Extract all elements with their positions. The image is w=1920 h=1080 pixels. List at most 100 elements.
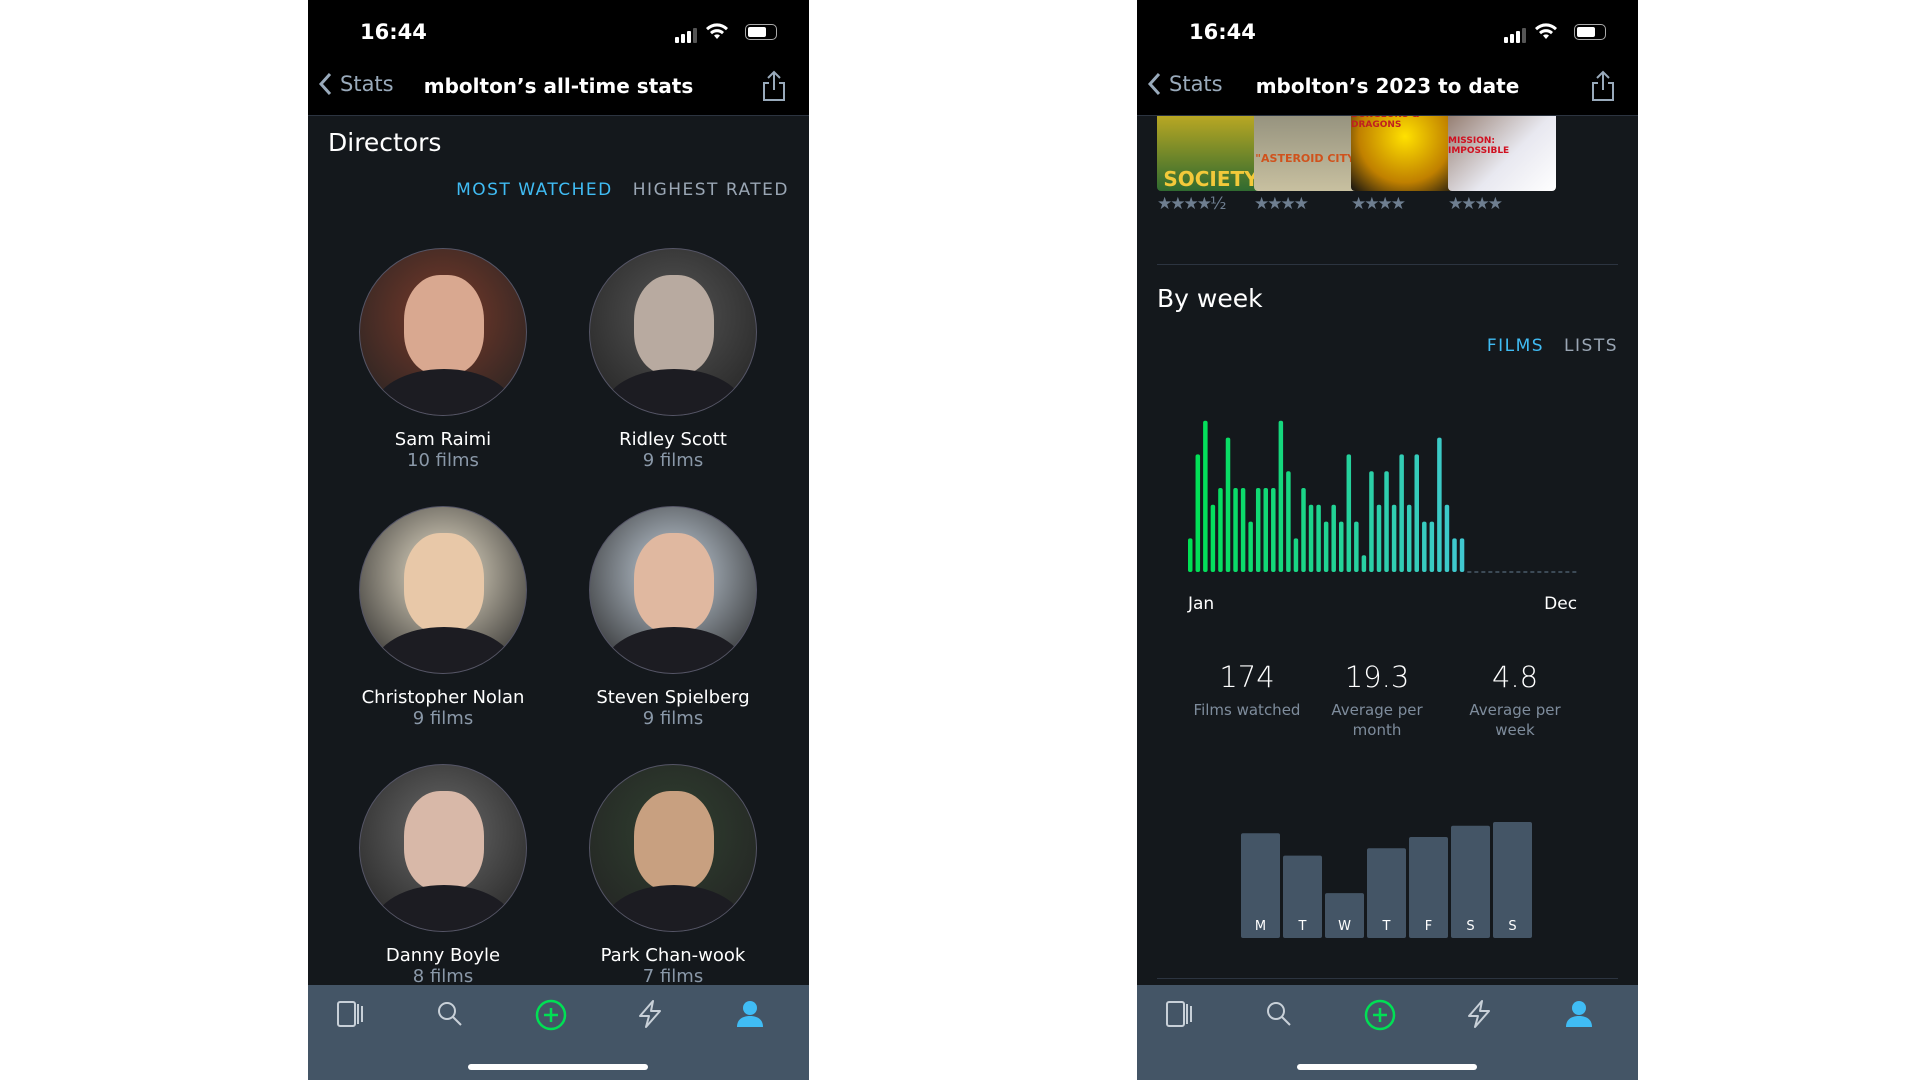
rating-stars: ★★★★½: [1157, 194, 1226, 214]
poster-title: "ASTEROID CITY": [1255, 152, 1361, 165]
status-bar: 16:44: [308, 0, 809, 60]
director-film-count: 7 films: [642, 966, 704, 987]
director-photo: [589, 506, 757, 674]
rating-stars: ★★★★: [1448, 194, 1503, 214]
week-bar: [1286, 471, 1291, 572]
tab-bar: [1137, 985, 1638, 1080]
films-icon[interactable]: [1164, 999, 1194, 1033]
battery-icon: [745, 24, 777, 40]
status-bar: 16:44: [1137, 0, 1638, 60]
director-photo: [589, 764, 757, 932]
clock: 16:44: [360, 20, 427, 44]
week-bar: [1248, 521, 1253, 572]
all-time-stats-screen: 16:44 Stats mbolton’s all-time stats Dir…: [308, 0, 809, 1080]
director-card[interactable]: Park Chan-wook 7 films: [558, 764, 788, 987]
director-tabs: MOST WATCHED HIGHEST RATED: [456, 180, 789, 200]
director-film-count: 10 films: [407, 450, 479, 471]
week-bar: [1210, 504, 1216, 572]
divider: [1157, 264, 1618, 265]
director-film-count: 9 films: [642, 708, 704, 729]
director-photo: [359, 506, 527, 674]
week-bar: [1255, 488, 1261, 572]
director-card[interactable]: Sam Raimi 10 films: [328, 248, 558, 471]
director-card[interactable]: Danny Boyle 8 films: [328, 764, 558, 987]
profile-icon[interactable]: [735, 999, 765, 1033]
signal-icon: [1504, 28, 1526, 43]
director-name: Christopher Nolan: [361, 687, 525, 708]
week-bar: [1414, 454, 1419, 572]
week-bar: [1437, 437, 1442, 572]
divider: [1157, 978, 1618, 979]
day-label: T: [1298, 919, 1307, 934]
week-bar: [1391, 504, 1397, 572]
battery-icon: [1574, 24, 1606, 40]
add-icon[interactable]: [535, 999, 567, 1035]
director-card[interactable]: Steven Spielberg 9 films: [558, 506, 788, 729]
add-icon[interactable]: [1364, 999, 1396, 1035]
week-bar: [1354, 521, 1359, 572]
week-bar: [1376, 504, 1382, 572]
week-bar: [1361, 555, 1367, 572]
page-title: mbolton’s all-time stats: [423, 74, 694, 98]
week-bar: [1444, 504, 1450, 572]
week-bar: [1278, 420, 1284, 572]
week-bar: [1406, 504, 1412, 572]
day-label: F: [1425, 919, 1432, 934]
week-bar: [1233, 488, 1238, 572]
week-bar: [1225, 437, 1231, 572]
stat-label: Average per week: [1469, 701, 1561, 739]
nav-bar: Stats mbolton’s all-time stats: [308, 60, 809, 116]
activity-icon[interactable]: [1464, 999, 1494, 1033]
week-bar: [1429, 521, 1435, 572]
tab-lists[interactable]: LISTS: [1564, 336, 1618, 356]
tab-most-watched[interactable]: MOST WATCHED: [456, 180, 613, 200]
week-bar: [1203, 420, 1208, 572]
weekly-chart: Jan Dec: [1187, 420, 1577, 614]
day-of-week-chart: MTWTFSS: [1241, 822, 1532, 938]
week-bar: [1323, 521, 1329, 572]
director-photo: [359, 764, 527, 932]
page-title: mbolton’s 2023 to date: [1255, 74, 1520, 98]
director-name: Steven Spielberg: [596, 687, 750, 708]
stat-films-watched: 174 Films watched: [1179, 660, 1315, 720]
wifi-icon: [706, 23, 728, 39]
films-icon[interactable]: [335, 999, 365, 1033]
stat-label: Films watched: [1193, 701, 1301, 719]
director-name: Danny Boyle: [385, 945, 501, 966]
by-week-tabs: FILMS LISTS: [1487, 336, 1618, 356]
week-bar: [1384, 471, 1389, 572]
home-indicator: [468, 1064, 648, 1070]
director-name: Sam Raimi: [394, 429, 492, 450]
share-icon[interactable]: [1590, 70, 1616, 102]
week-bar: [1240, 488, 1246, 572]
poster-title: MISSION: IMPOSSIBLE: [1448, 135, 1510, 156]
profile-icon[interactable]: [1564, 999, 1594, 1033]
clock: 16:44: [1189, 20, 1256, 44]
stat-avg-week: 4.8 Average per week: [1457, 660, 1573, 740]
director-card[interactable]: Ridley Scott 9 films: [558, 248, 788, 471]
week-bar: [1218, 488, 1223, 572]
tab-films[interactable]: FILMS: [1487, 336, 1544, 356]
director-card[interactable]: Christopher Nolan 9 films: [328, 506, 558, 729]
home-indicator: [1297, 1064, 1477, 1070]
week-bar: [1369, 471, 1374, 572]
share-icon[interactable]: [761, 70, 787, 102]
day-label: S: [1508, 919, 1516, 934]
director-film-count: 9 films: [412, 708, 474, 729]
week-bar: [1399, 454, 1404, 572]
week-bar: [1346, 454, 1352, 572]
director-name: Ridley Scott: [619, 429, 727, 450]
stat-avg-month: 19.3 Average per month: [1319, 660, 1435, 740]
year-stats-screen: SOCIETY "ASTEROID CITY" DUNGEONS & DRAGO…: [1137, 0, 1638, 1080]
week-bar: [1339, 521, 1344, 572]
activity-icon[interactable]: [635, 999, 665, 1033]
day-label: W: [1338, 919, 1351, 934]
section-title: Directors: [328, 128, 442, 157]
director-name: Park Chan-wook: [600, 945, 746, 966]
search-icon[interactable]: [435, 999, 465, 1033]
rating-stars: ★★★★: [1351, 194, 1406, 214]
search-icon[interactable]: [1264, 999, 1294, 1033]
tab-highest-rated[interactable]: HIGHEST RATED: [633, 180, 789, 200]
week-bar: [1316, 504, 1321, 572]
week-bar: [1422, 521, 1427, 572]
